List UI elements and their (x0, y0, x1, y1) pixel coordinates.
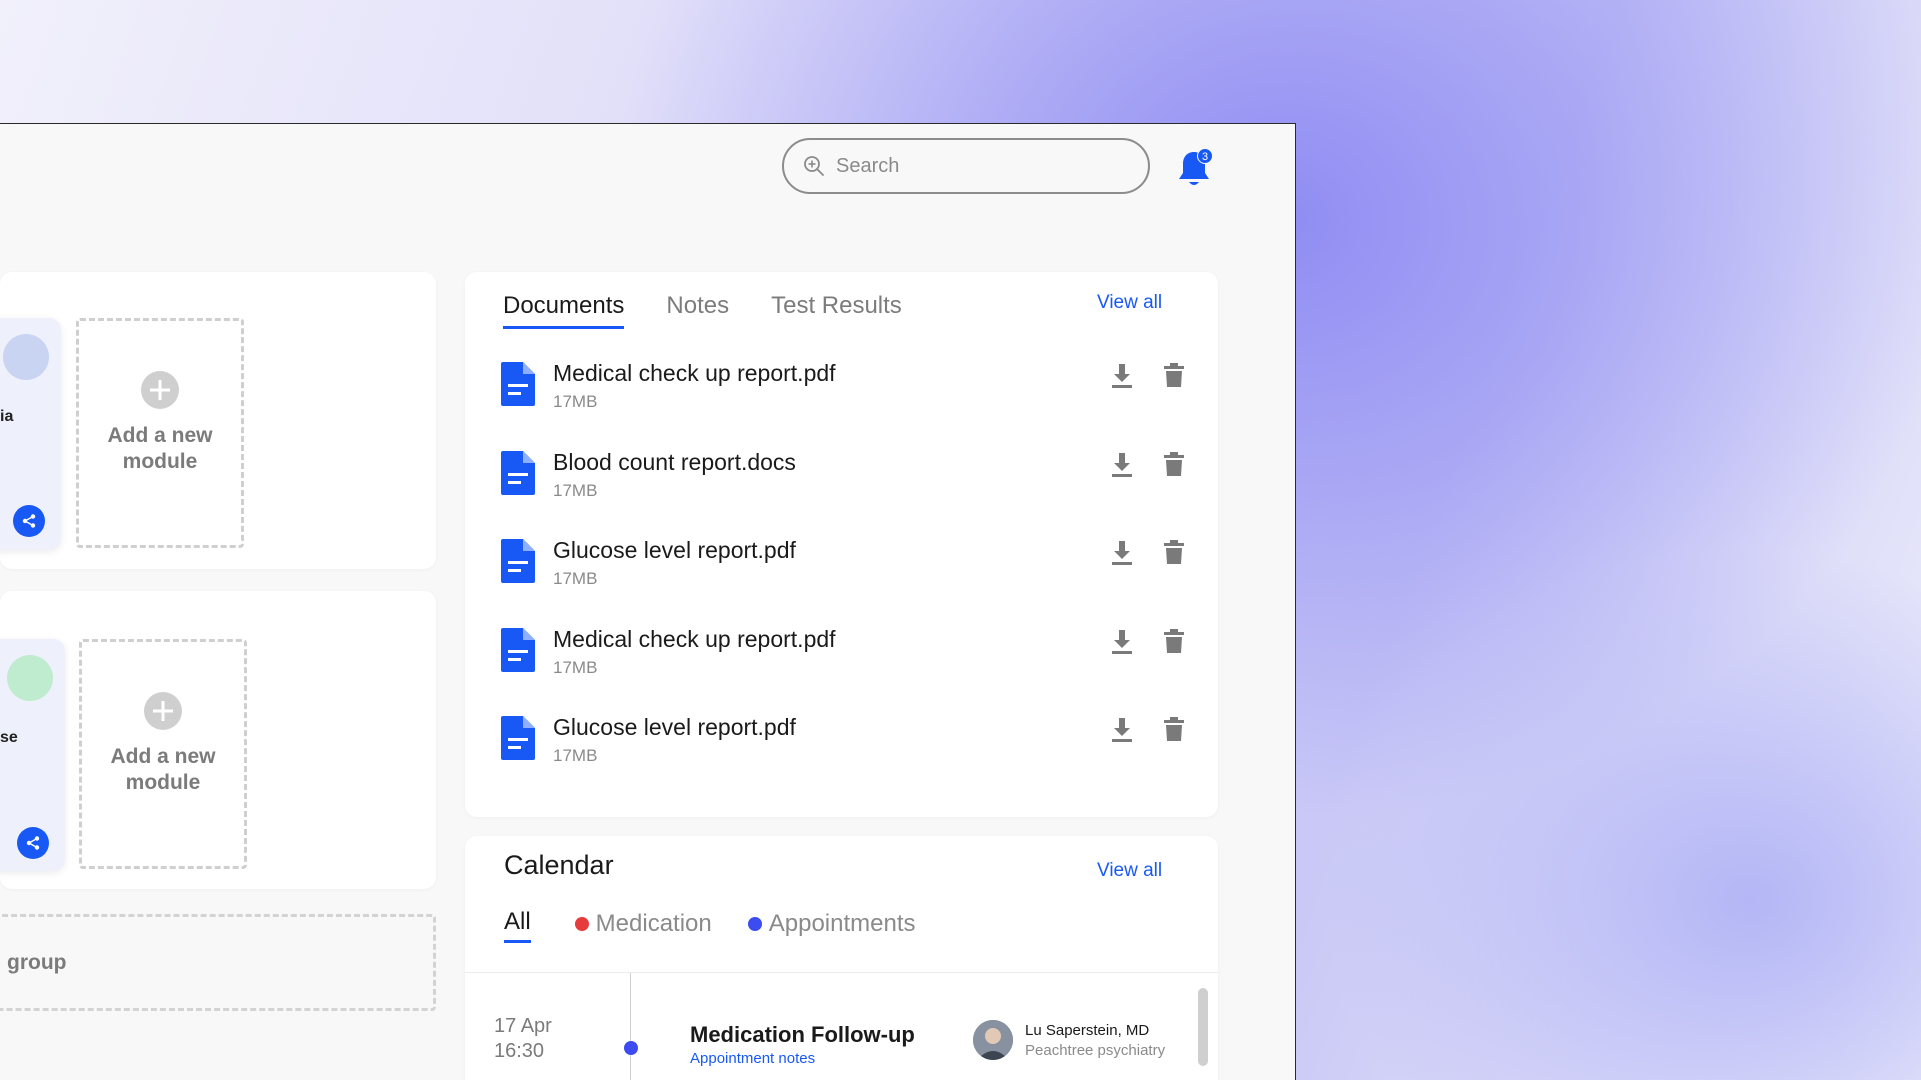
search-bar[interactable] (782, 138, 1150, 194)
tab-documents[interactable]: Documents (503, 292, 625, 329)
doctor-name: Lu Saperstein, MD (1025, 1022, 1150, 1039)
document-size: 17MB (553, 657, 598, 677)
notification-count-badge: 3 (1197, 148, 1213, 164)
tab-notes[interactable]: Notes (666, 292, 729, 329)
calendar-title: Calendar (504, 850, 614, 880)
zoom-in-search-icon (804, 156, 824, 176)
add-group-button[interactable]: group (0, 914, 436, 1011)
add-module-button[interactable]: Add a new module (76, 318, 244, 548)
document-size: 17MB (553, 480, 598, 500)
document-row[interactable]: Medical check up report.pdf 17MB (501, 360, 1191, 451)
document-list: Medical check up report.pdf 17MB Blood c… (501, 360, 1191, 805)
app-window: 3 ia Add a newmodule (0, 123, 1296, 1080)
trash-icon[interactable] (1163, 451, 1185, 477)
plus-circle-icon (141, 371, 179, 409)
module-tile-label: ia (0, 408, 14, 425)
doctor-organization: Peachtree psychiatry (1025, 1042, 1166, 1059)
module-avatar (7, 655, 53, 701)
download-icon[interactable] (1109, 716, 1135, 744)
document-file-icon (501, 450, 535, 495)
share-button[interactable] (17, 827, 49, 859)
medication-dot-icon (574, 916, 589, 931)
document-row[interactable]: Glucose level report.pdf 17MB (501, 537, 1191, 628)
document-name[interactable]: Medical check up report.pdf (553, 626, 836, 653)
filter-appointments[interactable]: Appointments (747, 910, 916, 942)
event-datetime: 17 Apr 16:30 (494, 1015, 552, 1062)
document-name[interactable]: Glucose level report.pdf (553, 537, 796, 564)
download-icon[interactable] (1109, 539, 1135, 567)
download-icon[interactable] (1109, 628, 1135, 656)
document-row[interactable]: Medical check up report.pdf 17MB (501, 626, 1191, 717)
plus-circle-icon (144, 692, 182, 730)
module-group-card-1: ia Add a new module (0, 272, 436, 569)
calendar-divider (465, 972, 1218, 973)
document-name[interactable]: Glucose level report.pdf (553, 714, 796, 741)
calendar-filters: All Medication Appointments (504, 908, 916, 943)
document-file-icon (501, 539, 535, 583)
module-group-card-2: se Add a new module (0, 591, 436, 889)
trash-icon[interactable] (1163, 628, 1185, 654)
share-button[interactable] (13, 505, 45, 537)
module-tile[interactable]: se (0, 639, 65, 871)
search-input[interactable] (836, 154, 1116, 178)
documents-card: Documents Notes Test Results View all Me… (465, 272, 1218, 817)
download-icon[interactable] (1109, 451, 1135, 479)
event-title[interactable]: Medication Follow-up (690, 1022, 915, 1048)
document-size: 17MB (553, 392, 598, 411)
timeline-line (630, 973, 631, 1080)
filter-medication[interactable]: Medication (574, 910, 712, 942)
document-file-icon (501, 716, 535, 760)
add-module-label: Add a new module (110, 745, 216, 794)
document-file-icon (501, 362, 535, 406)
add-module-button[interactable]: Add a new module (79, 639, 247, 869)
appointment-notes-link[interactable]: Appointment notes (690, 1050, 815, 1067)
document-row[interactable]: Glucose level report.pdf 17MB (501, 714, 1191, 805)
calendar-scrollbar[interactable] (1198, 988, 1208, 1066)
add-module-label: Add a new module (107, 424, 213, 473)
trash-icon[interactable] (1163, 539, 1185, 565)
documents-tabs: Documents Notes Test Results (503, 292, 902, 329)
module-avatar (3, 334, 49, 380)
document-size: 17MB (553, 569, 598, 588)
add-group-label: group (7, 950, 67, 974)
document-row[interactable]: Blood count report.docs 17MB (501, 449, 1191, 540)
module-tile-label: se (0, 729, 18, 746)
person-avatar-icon (973, 1020, 1013, 1060)
calendar-view-all-link[interactable]: View all (1097, 860, 1162, 882)
trash-icon[interactable] (1163, 716, 1185, 742)
filter-all[interactable]: All (504, 908, 531, 943)
appointments-dot-icon (747, 916, 762, 931)
doctor-avatar (973, 1020, 1013, 1060)
document-file-icon (501, 627, 535, 672)
document-name[interactable]: Blood count report.docs (553, 449, 796, 476)
documents-view-all-link[interactable]: View all (1097, 292, 1162, 314)
module-tile[interactable]: ia (0, 318, 61, 550)
document-size: 17MB (553, 746, 598, 765)
calendar-card: Calendar View all All Medication Appoint… (465, 836, 1218, 1080)
timeline-event-dot (624, 1041, 638, 1055)
download-icon[interactable] (1109, 362, 1135, 390)
trash-icon[interactable] (1163, 362, 1185, 388)
share-icon (26, 836, 40, 850)
tab-test-results[interactable]: Test Results (771, 292, 902, 329)
document-name[interactable]: Medical check up report.pdf (553, 360, 836, 387)
share-icon (22, 514, 36, 528)
